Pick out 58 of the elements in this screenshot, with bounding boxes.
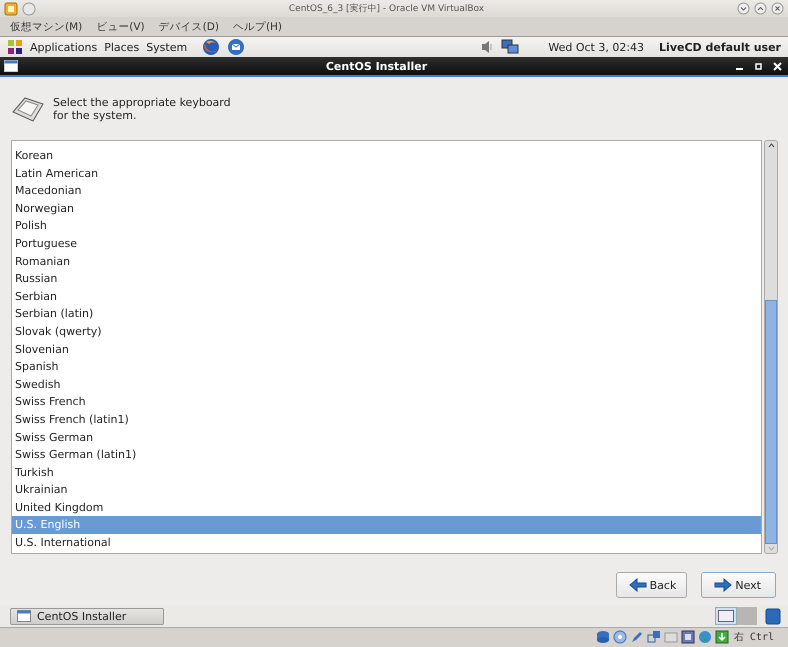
keyboard-item[interactable]: Slovenian <box>12 340 761 358</box>
workspace-switcher[interactable] <box>715 607 737 625</box>
close-icon[interactable] <box>771 2 784 15</box>
menu-item[interactable]: 仮想マシン(M) <box>10 20 82 34</box>
next-button[interactable]: Next <box>701 572 776 598</box>
keyboard-item[interactable]: Spanish <box>12 358 761 376</box>
left-arrow-icon <box>628 578 647 592</box>
keyboard-item[interactable]: Polish <box>12 217 761 235</box>
keyboard-item[interactable]: U.S. International <box>12 534 761 552</box>
clock[interactable]: Wed Oct 3, 02:43 <box>548 40 644 54</box>
optical-disc-icon[interactable] <box>612 630 627 644</box>
back-button[interactable]: Back <box>616 572 688 598</box>
keyboard-item[interactable]: Swiss French (latin1) <box>12 410 761 428</box>
panel-menu[interactable]: Applications <box>30 40 98 54</box>
browser-icon[interactable] <box>202 38 220 56</box>
keyboard-prompt: Select the appropriate keyboard for the system. <box>53 96 232 122</box>
keyboard-item[interactable]: United Kingdom <box>12 498 761 516</box>
panel-menu[interactable]: Places <box>104 40 140 54</box>
keyboard-item[interactable]: Slovak (qwerty) <box>12 322 761 341</box>
scrollbar[interactable] <box>764 140 778 554</box>
window-icon <box>17 610 31 622</box>
mail-client-icon[interactable] <box>227 38 246 56</box>
network-icon[interactable] <box>501 39 520 55</box>
user-menu[interactable]: LiveCD default user <box>659 40 781 54</box>
keyboard-item[interactable]: Russian <box>12 270 761 288</box>
pen-icon[interactable] <box>630 630 644 644</box>
menu-item[interactable]: ヘルプ(H) <box>232 20 282 34</box>
keyboard-item[interactable]: Turkish <box>12 464 761 482</box>
panel-menu[interactable]: System <box>146 40 188 54</box>
keyboard-item[interactable]: Romanian <box>12 252 761 270</box>
scroll-up-icon[interactable] <box>766 141 776 150</box>
keyboard-item[interactable]: Norwegian <box>12 200 761 218</box>
app-icon <box>4 2 18 16</box>
keyboard-item[interactable]: Swiss German <box>12 428 761 446</box>
keyboard-item[interactable]: Serbian (latin) <box>12 305 761 323</box>
window-icon[interactable] <box>4 60 18 72</box>
keyboard-item[interactable]: Korean <box>12 147 761 165</box>
menu-item[interactable]: ビュー(V) <box>96 20 145 34</box>
keyboard-item[interactable]: Swiss German (latin1) <box>12 446 761 464</box>
taskbar-item[interactable]: CentOS Installer <box>10 608 164 624</box>
speaker-icon[interactable] <box>480 39 494 55</box>
menu-item[interactable]: デバイス(D) <box>158 20 219 34</box>
keyboard-item[interactable]: Serbian <box>12 288 761 306</box>
keyboard-item[interactable]: Ukrainian <box>12 481 761 499</box>
scroll-thumb[interactable] <box>765 300 777 544</box>
installer-title: CentOS Installer <box>324 60 428 72</box>
display-icon[interactable] <box>680 630 695 644</box>
host-key-label: 右 Ctrl <box>734 631 774 644</box>
keyboard-item[interactable]: Portuguese <box>12 234 761 253</box>
window-title: CentOS_6_3 [実行中] - Oracle VM VirtualBox <box>288 2 486 15</box>
keyboard-item[interactable]: Latin American <box>12 164 761 182</box>
keyboard-item[interactable]: Macedonian <box>12 182 761 200</box>
keyboard-item[interactable]: Swedish <box>12 376 761 394</box>
workspace-switcher[interactable] <box>737 607 757 625</box>
download-icon[interactable] <box>714 630 729 644</box>
disk-icon[interactable] <box>596 630 610 644</box>
right-arrow-icon <box>714 578 732 592</box>
keyboard-item[interactable]: Swiss French <box>12 393 761 411</box>
